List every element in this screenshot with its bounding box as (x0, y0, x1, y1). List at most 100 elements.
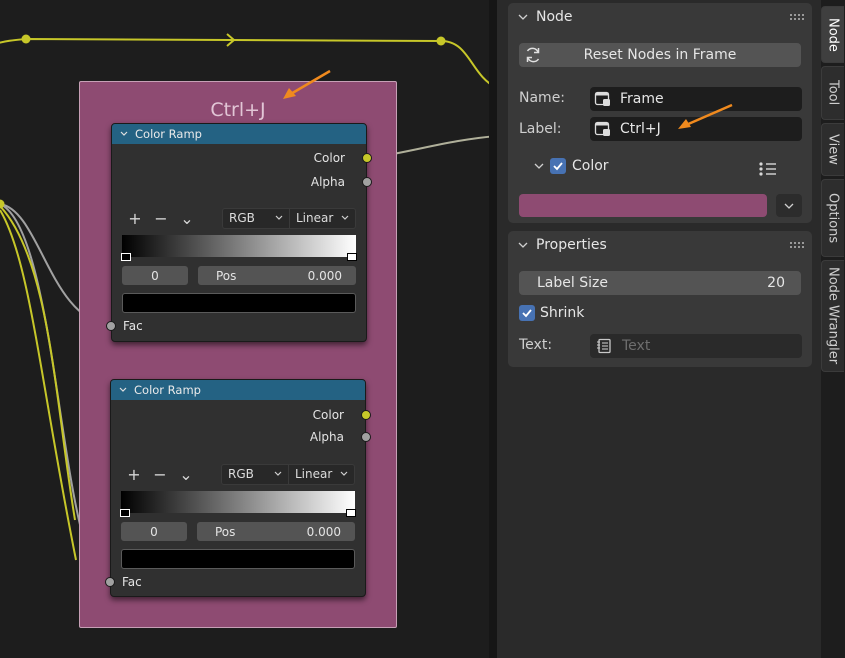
color-output-socket[interactable] (361, 410, 371, 420)
tab-label: Tool (825, 80, 841, 106)
color-ramp-gradient[interactable] (121, 235, 357, 261)
node-title: Color Ramp (134, 383, 201, 397)
tab-node[interactable]: Node (821, 6, 844, 63)
refresh-icon (526, 47, 540, 63)
text-label: Text: (519, 337, 553, 353)
ramp-menu-icon[interactable]: ⌄ (174, 209, 200, 228)
alpha-output-socket[interactable] (361, 432, 371, 442)
node-editor[interactable]: Ctrl+J Color Ramp Color Alpha + − ⌄ RGB (0, 0, 497, 658)
color-mode-dropdown[interactable]: RGB (222, 207, 290, 229)
output-alpha: Alpha (112, 170, 372, 194)
label-label: Label: (519, 121, 562, 137)
remove-stop-icon[interactable]: − (148, 209, 174, 228)
tab-label: Node (825, 17, 841, 52)
sidebar-panel: Node Reset Nodes in Frame Name: Frame La… (497, 0, 821, 658)
ramp-stop-white[interactable] (346, 509, 356, 517)
node-section-title: Node (536, 9, 573, 25)
properties-section-header[interactable]: Properties (508, 231, 812, 259)
properties-section: Properties Label Size 20 Shrink Text: Te… (508, 231, 812, 367)
frame-node-icon (594, 91, 610, 106)
text-document-icon (597, 338, 611, 354)
node-section-header[interactable]: Node (508, 3, 812, 31)
remove-stop-icon[interactable]: − (147, 465, 173, 484)
label-size-slider[interactable]: Label Size 20 (519, 271, 801, 295)
area-divider[interactable] (489, 0, 497, 658)
fac-input-socket[interactable] (105, 577, 115, 587)
chevron-down-icon (274, 471, 282, 476)
text-datablock-field[interactable]: Text (590, 334, 802, 358)
interpolation-value: Linear (295, 467, 333, 481)
pos-value: 0.000 (306, 524, 341, 539)
ramp-stop-black[interactable] (120, 509, 130, 517)
interpolation-dropdown[interactable]: Linear (290, 207, 356, 229)
list-options-icon[interactable] (758, 161, 778, 177)
drag-grip-icon[interactable] (790, 242, 804, 248)
color-subpanel-header[interactable]: Color (534, 158, 609, 174)
drag-grip-icon[interactable] (790, 14, 804, 20)
label-size-label: Label Size (537, 275, 608, 291)
ramp-toolbar: + − ⌄ RGB Linear (121, 463, 355, 485)
color-ramp-gradient[interactable] (120, 491, 356, 517)
checkmark-icon (553, 162, 563, 171)
add-stop-icon[interactable]: + (122, 209, 148, 228)
name-value: Frame (620, 91, 664, 107)
chevron-down-icon (534, 163, 544, 169)
input-fac: Fac (106, 316, 143, 336)
output-alpha-label: Alpha (310, 175, 345, 189)
node-header[interactable]: Color Ramp (111, 380, 365, 400)
output-color-label: Color (312, 408, 344, 422)
collapse-chevron-icon[interactable] (119, 386, 127, 394)
frame-color-swatch[interactable] (519, 194, 767, 217)
stop-index-field[interactable]: 0 (121, 522, 187, 541)
node-section: Node Reset Nodes in Frame Name: Frame La… (508, 3, 812, 223)
interpolation-dropdown[interactable]: Linear (289, 463, 355, 485)
color-output-socket[interactable] (362, 153, 372, 163)
color-menu-button[interactable] (776, 194, 802, 217)
stop-position-field[interactable]: Pos 0.000 (198, 266, 356, 285)
stop-color-swatch[interactable] (122, 293, 356, 313)
ramp-stop-black[interactable] (121, 253, 131, 261)
ramp-stop-white[interactable] (347, 253, 357, 261)
stop-position-row: 0 Pos 0.000 (122, 266, 356, 285)
stop-index-value: 0 (151, 268, 159, 283)
node-header[interactable]: Color Ramp (112, 124, 366, 144)
chevron-down-icon (518, 14, 528, 20)
shrink-checkbox[interactable] (519, 305, 535, 321)
color-ramp-node[interactable]: Color Ramp Color Alpha + − ⌄ RGB Linear (106, 123, 372, 342)
tab-node-wrangler[interactable]: Node Wrangler (821, 260, 844, 372)
color-toggle-label: Color (572, 158, 609, 174)
fac-input-socket[interactable] (106, 321, 116, 331)
alpha-output-socket[interactable] (362, 177, 372, 187)
chevron-down-icon (275, 215, 283, 220)
stop-index-value: 0 (150, 524, 158, 539)
output-alpha-label: Alpha (309, 430, 344, 444)
properties-section-title: Properties (536, 237, 607, 253)
color-checkbox[interactable] (550, 158, 566, 174)
add-stop-icon[interactable]: + (121, 465, 147, 484)
stop-index-field[interactable]: 0 (122, 266, 188, 285)
reroute-dot-2 (436, 36, 446, 46)
node-title: Color Ramp (135, 127, 202, 141)
color-ramp-node[interactable]: Color Ramp Color Alpha + − ⌄ RGB Linear (105, 379, 371, 597)
ramp-menu-icon[interactable]: ⌄ (173, 465, 199, 484)
color-mode-dropdown[interactable]: RGB (221, 463, 289, 485)
collapse-chevron-icon[interactable] (120, 130, 128, 138)
tab-view[interactable]: View (821, 123, 844, 176)
tab-label: View (825, 134, 841, 165)
tab-options[interactable]: Options (821, 179, 844, 257)
stop-color-swatch[interactable] (121, 549, 355, 569)
interpolation-value: Linear (296, 211, 334, 225)
name-label: Name: (519, 90, 566, 106)
shrink-toggle[interactable]: Shrink (519, 305, 584, 321)
frame-node[interactable]: Ctrl+J Color Ramp Color Alpha + − ⌄ RGB (79, 81, 397, 628)
stop-position-field[interactable]: Pos 0.000 (197, 522, 355, 541)
tab-tool[interactable]: Tool (821, 66, 844, 120)
annotation-arrow (678, 103, 733, 129)
link-yellow-left-a (0, 205, 76, 521)
ramp-toolbar: + − ⌄ RGB Linear (122, 207, 356, 229)
reset-nodes-in-frame-button[interactable]: Reset Nodes in Frame (519, 43, 801, 67)
sidebar-tabs: Node Tool View Options Node Wrangler (821, 0, 845, 658)
label-value: Ctrl+J (620, 121, 661, 137)
reroute-dot-1 (21, 34, 31, 44)
color-mode-value: RGB (228, 467, 254, 481)
